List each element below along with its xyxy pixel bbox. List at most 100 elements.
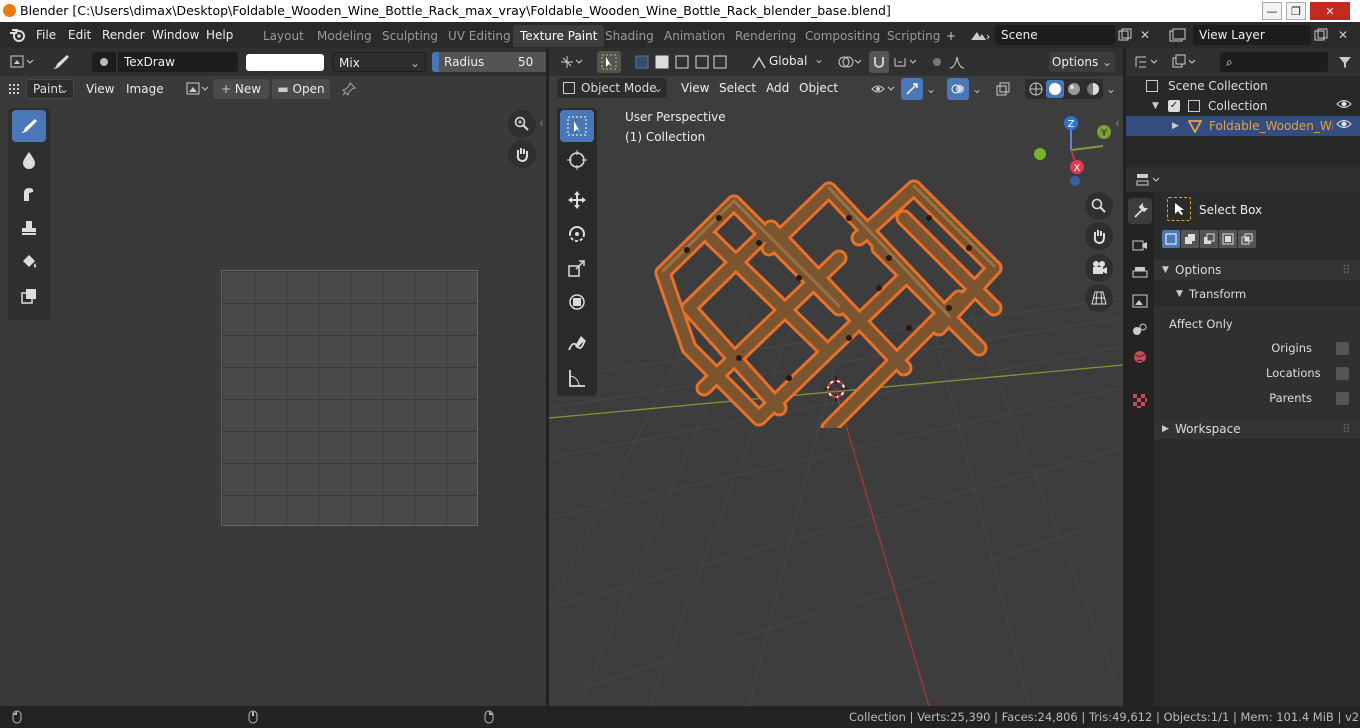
menu-file[interactable]: File: [36, 28, 56, 42]
scene-name-field[interactable]: Scene: [995, 25, 1115, 45]
tab-texture-paint[interactable]: Texture Paint: [513, 25, 605, 47]
brush-datablock-icon[interactable]: [92, 52, 116, 72]
scene-tab-icon[interactable]: [1128, 318, 1152, 340]
chevron-down-icon[interactable]: ⌄: [1103, 79, 1119, 99]
maximize-button[interactable]: ❐: [1286, 2, 1306, 20]
pin-icon[interactable]: [340, 79, 358, 99]
gizmo-neg-z-axis[interactable]: [1070, 176, 1080, 186]
move-tool[interactable]: [560, 184, 594, 216]
new-scene-icon[interactable]: [1116, 26, 1134, 44]
delete-scene-icon[interactable]: ✕: [1136, 26, 1154, 44]
tab-layout[interactable]: Layout: [256, 25, 311, 47]
tab-sculpting[interactable]: Sculpting: [375, 25, 445, 47]
radius-slider[interactable]: Radius 50 px: [432, 52, 548, 72]
editor-type-icon[interactable]: [8, 52, 38, 72]
zoom-icon[interactable]: [508, 110, 536, 138]
viewport-menu-object[interactable]: Object: [799, 81, 838, 95]
tab-rendering[interactable]: Rendering: [728, 25, 803, 47]
soften-tool[interactable]: [12, 144, 46, 176]
menu-window[interactable]: Window: [152, 28, 199, 42]
sidebar-toggle-icon[interactable]: ‹: [537, 116, 546, 130]
close-button[interactable]: ✕: [1310, 2, 1350, 20]
scale-tool[interactable]: [560, 252, 594, 284]
gizmo-toggle-icon[interactable]: [901, 78, 923, 100]
viewport-editor-type-icon[interactable]: [557, 52, 587, 72]
orientation-value[interactable]: Global: [769, 54, 807, 68]
uv-grid-canvas[interactable]: [221, 270, 478, 526]
eye-icon[interactable]: [1336, 116, 1352, 136]
properties-editor-type-icon[interactable]: [1134, 170, 1164, 190]
scene-selector-icon[interactable]: [966, 26, 992, 46]
visibility-eye-icon[interactable]: [869, 79, 899, 99]
tab-uv-editing[interactable]: UV Editing: [441, 25, 518, 47]
outliner-row-collection[interactable]: ▼ ✓ Collection: [1126, 96, 1360, 116]
filter-icon[interactable]: [1334, 52, 1356, 72]
brush-name-field[interactable]: TexDraw: [118, 52, 238, 72]
xray-toggle-icon[interactable]: [993, 79, 1013, 99]
select-tool-icon[interactable]: [597, 51, 621, 73]
smear-tool[interactable]: [12, 178, 46, 210]
select-extend-mode-icon[interactable]: [1181, 230, 1199, 248]
outliner-row-object[interactable]: ▶ Foldable_Wooden_Wine_: [1126, 116, 1360, 136]
drag-handle-icon[interactable]: ⠿: [1342, 260, 1351, 280]
orientation-icon[interactable]: [749, 52, 769, 72]
tab-scripting[interactable]: Scripting: [880, 25, 947, 47]
viewport-zoom-icon[interactable]: [1085, 192, 1113, 220]
chevron-down-icon[interactable]: ⌄: [969, 79, 985, 99]
fill-tool[interactable]: [12, 246, 46, 278]
world-tab-icon[interactable]: [1128, 346, 1152, 368]
menu-view[interactable]: View: [86, 82, 114, 96]
add-workspace-button[interactable]: +: [939, 25, 963, 47]
image-browse-icon[interactable]: [184, 79, 212, 99]
transform-tool[interactable]: [560, 286, 594, 318]
tab-animation[interactable]: Animation: [657, 25, 732, 47]
drag-handle-icon[interactable]: ⠿: [1342, 419, 1351, 439]
tool-tab-icon[interactable]: [1128, 198, 1152, 224]
material-shading-icon[interactable]: [1065, 80, 1083, 98]
select-subtract-mode-icon[interactable]: [1200, 230, 1218, 248]
mask-tool[interactable]: [12, 280, 46, 312]
display-mode-icon[interactable]: [1170, 52, 1200, 72]
navigation-gizmo[interactable]: Z Y X: [1027, 112, 1117, 192]
object-mode-dropdown[interactable]: Object Mode ⌄: [557, 78, 667, 98]
select-new-mode-icon[interactable]: [1162, 230, 1180, 248]
collection-checkbox[interactable]: ✓: [1168, 100, 1180, 112]
expand-arrow-icon[interactable]: ▶: [1172, 116, 1179, 136]
output-tab-icon[interactable]: [1128, 262, 1152, 284]
minimize-button[interactable]: —: [1262, 2, 1282, 20]
eye-icon[interactable]: [1336, 96, 1352, 116]
select-intersect-mode-icon[interactable]: [1238, 230, 1256, 248]
workspace-panel-header[interactable]: ▶ Workspace ⠿: [1154, 419, 1360, 439]
outliner-search-input[interactable]: ⌕: [1220, 52, 1328, 72]
overlay-toggle-icon[interactable]: [947, 78, 969, 100]
menu-image[interactable]: Image: [126, 82, 164, 96]
view-layer-selector-icon[interactable]: [1164, 26, 1190, 46]
paint-mode-dropdown[interactable]: Paint ⌄: [26, 79, 74, 99]
selection-mode-icons[interactable]: [635, 52, 727, 72]
viewport-options-dropdown[interactable]: Options ⌄: [1049, 52, 1115, 72]
viewport-sidebar-toggle-icon[interactable]: ‹: [1113, 116, 1122, 130]
viewport-pan-hand-icon[interactable]: [1085, 222, 1113, 250]
expand-arrow-icon[interactable]: ▼: [1152, 96, 1159, 116]
chevron-down-icon[interactable]: ⌄: [923, 79, 939, 99]
wireframe-shading-icon[interactable]: [1027, 80, 1045, 98]
menu-render[interactable]: Render: [102, 28, 145, 42]
brush-color-swatch[interactable]: [246, 54, 324, 71]
view-layer-tab-icon[interactable]: [1128, 290, 1152, 312]
menu-edit[interactable]: Edit: [68, 28, 91, 42]
solid-shading-icon[interactable]: [1046, 80, 1064, 98]
outliner-editor-type-icon[interactable]: [1132, 52, 1162, 72]
brush-icon[interactable]: [48, 52, 74, 72]
new-image-button[interactable]: + New: [213, 79, 269, 99]
locations-checkbox[interactable]: [1336, 367, 1349, 380]
delete-view-layer-icon[interactable]: ✕: [1334, 26, 1352, 44]
menu-help[interactable]: Help: [206, 28, 233, 42]
blender-menu-icon[interactable]: [8, 26, 28, 44]
parents-checkbox[interactable]: [1336, 392, 1349, 405]
viewport-menu-add[interactable]: Add: [766, 81, 789, 95]
tab-modeling[interactable]: Modeling: [310, 25, 379, 47]
outliner-row-scene-collection[interactable]: Scene Collection: [1126, 76, 1360, 96]
measure-tool[interactable]: [560, 362, 594, 394]
gizmo-neg-y-axis[interactable]: [1034, 148, 1046, 160]
select-box-tool[interactable]: [560, 110, 594, 142]
